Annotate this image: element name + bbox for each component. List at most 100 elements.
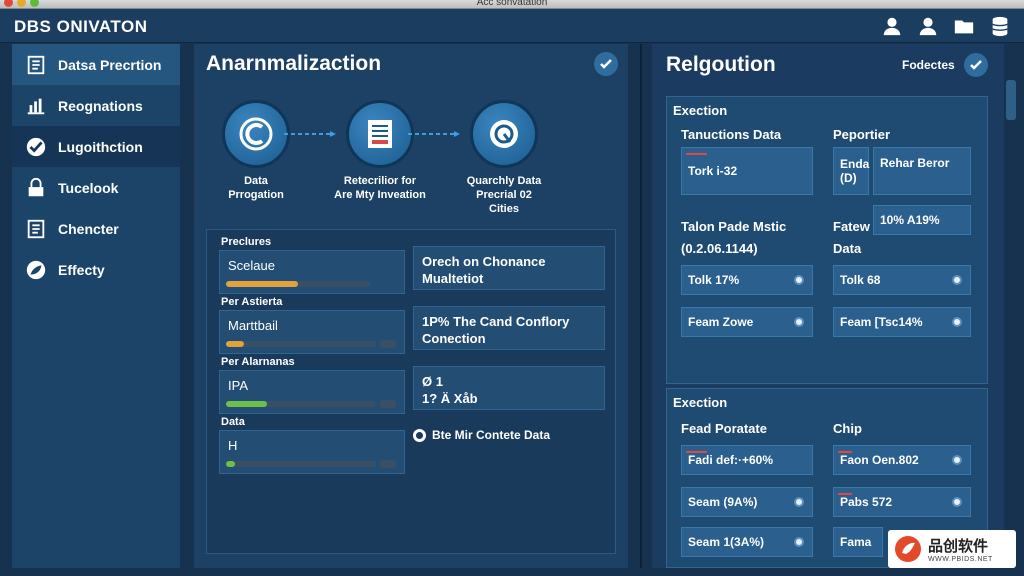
option-label: Bte Mir Contete Data <box>432 428 551 442</box>
progress-bar <box>226 401 376 407</box>
data-card[interactable]: Tolk 17% <box>681 265 813 295</box>
flow-node[interactable]: Quarchly Data Precrial 02 Cities <box>444 100 564 216</box>
check-icon[interactable] <box>964 53 988 77</box>
sidebar: Datsa Precrtion Reognations Lugoithction… <box>12 44 180 568</box>
user-icon[interactable] <box>916 14 940 38</box>
document-icon <box>24 53 48 77</box>
card-label: Data <box>833 241 862 256</box>
sidebar-item-label: Datsa Precrtion <box>58 56 162 73</box>
info-card[interactable]: 1P% The Cand Conflory Conection <box>413 306 605 350</box>
data-card[interactable]: Enda (D) <box>833 147 869 195</box>
column-header: Fead Poratate <box>681 421 767 436</box>
panel-divider <box>640 44 642 568</box>
folder-icon[interactable] <box>952 14 976 38</box>
metric-card[interactable]: H <box>219 430 405 474</box>
flow-node[interactable]: Data Prrogation <box>196 100 316 202</box>
column-header: Tanuctions Data <box>681 127 782 142</box>
database-icon[interactable] <box>988 14 1012 38</box>
progress-fill <box>226 461 235 467</box>
data-card[interactable]: 10% A19% <box>873 205 971 235</box>
sidebar-item-effecty[interactable]: Effecty <box>12 249 180 290</box>
section-title: Exection <box>673 103 728 118</box>
watermark-logo: 品创软件 WWW.PBIDS.NET <box>888 530 1016 568</box>
app-header: DBS ONIVATON <box>0 9 1024 43</box>
panel-top-label: Fodectes <box>902 58 955 72</box>
card-value: (0.2.06.1144) <box>681 241 758 256</box>
sidebar-item-reognations[interactable]: Reognations <box>12 85 180 126</box>
leaf-icon <box>24 258 48 282</box>
gear-icon <box>470 100 538 168</box>
sidebar-item-chencter[interactable]: Chencter <box>12 208 180 249</box>
info-card[interactable]: Orech on Chonance Mualtetiot <box>413 246 605 290</box>
title-bar: Aсс sonvatation <box>0 0 1024 9</box>
analysis-panel: Anarnmalizaction Data Prrogation Retecri… <box>194 44 628 568</box>
flow-label: Quarchly Data Precrial 02 Cities <box>466 175 542 215</box>
metrics-panel: Preclures Scelaue Per Astierta Marttbail… <box>206 229 616 554</box>
lock-icon <box>24 176 48 200</box>
app-title: DBS ONIVATON <box>14 17 148 36</box>
sidebar-item-lugoithction[interactable]: Lugoithction <box>12 126 180 167</box>
section-title: Exection <box>673 395 728 410</box>
progress-bar <box>226 341 376 347</box>
flow-label: Data Prrogation <box>228 175 284 201</box>
data-card[interactable]: ▬▬ Pabs 572 <box>833 487 971 517</box>
slider-knob[interactable] <box>794 537 804 547</box>
sidebar-item-label: Lugoithction <box>58 138 143 155</box>
slider-knob[interactable] <box>794 275 804 285</box>
flow-node[interactable]: Retecrilior for Are Mty Inveation <box>320 100 440 202</box>
metric-group-label: Preclures <box>221 236 272 248</box>
column-header: Peportier <box>833 127 891 142</box>
flow-label: Retecrilior for Are Mty Inveation <box>334 175 426 201</box>
data-card[interactable]: Rehar Beror <box>873 147 971 195</box>
data-card[interactable]: ▬▬▬ Tork i-32 <box>681 147 813 195</box>
slider-knob[interactable] <box>952 317 962 327</box>
progress-fill <box>226 341 244 347</box>
data-card[interactable]: Tolk 68 <box>833 265 971 295</box>
progress-fill <box>226 281 298 287</box>
scrollbar-thumb[interactable] <box>1006 80 1016 120</box>
slider-knob[interactable] <box>794 497 804 507</box>
regulation-panel: Relgoution Fodectes Exection Tanuctions … <box>652 44 1016 568</box>
slider-knob[interactable] <box>794 317 804 327</box>
sidebar-item-label: Reognations <box>58 97 143 114</box>
data-card[interactable]: ▬▬ Faon Oen.802 <box>833 445 971 475</box>
cloud-icon <box>222 100 290 168</box>
data-card[interactable]: Seam (9A%) <box>681 487 813 517</box>
sidebar-item-data-precrtion[interactable]: Datsa Precrtion <box>12 44 180 85</box>
logo-icon <box>895 536 921 562</box>
radio-button[interactable] <box>413 428 426 442</box>
card-label: Talon Pade Mstic <box>681 219 787 234</box>
user-icon[interactable] <box>880 14 904 38</box>
slider-knob[interactable] <box>952 497 962 507</box>
sidebar-item-label: Chencter <box>58 220 119 237</box>
progress-fill <box>226 401 267 407</box>
chart-icon <box>24 94 48 118</box>
watermark-text: 品创软件 <box>928 538 989 555</box>
document-icon <box>24 217 48 241</box>
sidebar-item-label: Effecty <box>58 261 105 278</box>
metric-name: H <box>228 438 238 453</box>
option-row[interactable]: Bte Mir Contete Data <box>413 428 550 442</box>
progress-bar <box>226 461 376 467</box>
metric-card[interactable]: IPA <box>219 370 405 414</box>
exection-section: Exection Tanuctions Data Peportier ▬▬▬ T… <box>666 96 988 384</box>
info-card[interactable]: Ø 1 1? Ä Xåb <box>413 366 605 410</box>
sidebar-item-tucelook[interactable]: Tucelook <box>12 167 180 208</box>
data-card[interactable]: Fama <box>833 527 883 557</box>
metric-name: Scelaue <box>228 258 275 273</box>
slider-knob[interactable] <box>952 455 962 465</box>
metric-group-label: Per Alarnanas <box>221 356 295 368</box>
sidebar-item-label: Tucelook <box>58 179 119 196</box>
progress-bar <box>226 281 370 287</box>
slider-knob[interactable] <box>952 275 962 285</box>
metric-group-label: Per Astierta <box>221 296 283 308</box>
metric-card[interactable]: Marttbail <box>219 310 405 354</box>
data-card[interactable]: Seam 1(3A%) <box>681 527 813 557</box>
data-card[interactable]: Feam [Tsc14% <box>833 307 971 337</box>
column-header: Chip <box>833 421 862 436</box>
data-card[interactable]: Feam Zowe <box>681 307 813 337</box>
metric-card[interactable]: Scelaue <box>219 250 405 294</box>
data-card[interactable]: ▬▬▬ Fadi def:·+60% <box>681 445 813 475</box>
panel-title: Relgoution <box>666 53 776 76</box>
check-icon[interactable] <box>594 52 618 76</box>
